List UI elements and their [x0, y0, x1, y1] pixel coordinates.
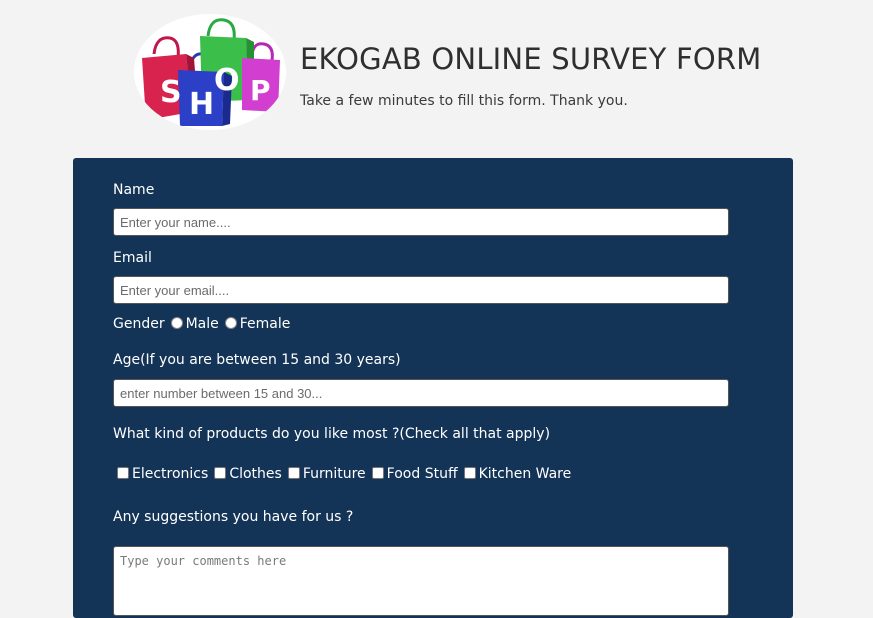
- gender-option-male[interactable]: Male: [170, 316, 219, 332]
- product-option-furniture[interactable]: Furniture: [287, 466, 366, 482]
- gender-option-female[interactable]: Female: [224, 316, 291, 332]
- name-label: Name: [113, 182, 155, 198]
- svg-text:P: P: [250, 74, 271, 107]
- name-input[interactable]: [113, 208, 729, 236]
- page-subtitle: Take a few minutes to fill this form. Th…: [300, 93, 628, 109]
- clothes-checkbox[interactable]: [214, 467, 227, 479]
- page-title: EKOGAB ONLINE SURVEY FORM: [300, 42, 762, 76]
- email-input[interactable]: [113, 276, 729, 304]
- email-label: Email: [113, 250, 152, 266]
- suggestions-label: Any suggestions you have for us ?: [113, 509, 354, 525]
- male-radio[interactable]: [170, 317, 183, 329]
- product-option-clothes[interactable]: Clothes: [214, 466, 282, 482]
- gender-row: Gender Male Female: [113, 316, 296, 332]
- female-radio[interactable]: [224, 317, 237, 329]
- food-stuff-label: Food Stuff: [386, 466, 458, 482]
- gender-label: Gender: [113, 316, 165, 332]
- female-label: Female: [239, 316, 291, 332]
- svg-text:S: S: [160, 75, 182, 110]
- age-label: Age(If you are between 15 and 30 years): [113, 352, 401, 368]
- electronics-checkbox[interactable]: [117, 467, 129, 479]
- survey-form: Name Email Gender Male Female Age(If you…: [73, 158, 793, 618]
- product-option-electronics[interactable]: Electronics: [117, 466, 208, 482]
- male-label: Male: [185, 316, 219, 332]
- furniture-checkbox[interactable]: [287, 467, 300, 479]
- products-label: What kind of products do you like most ?…: [113, 426, 551, 442]
- kitchen-ware-label: Kitchen Ware: [478, 466, 572, 482]
- svg-text:O: O: [214, 63, 240, 98]
- svg-text:H: H: [189, 87, 214, 122]
- kitchen-ware-checkbox[interactable]: [463, 467, 476, 479]
- products-options: Electronics Clothes Furniture Food Stuff…: [117, 466, 577, 482]
- suggestions-textarea[interactable]: [113, 546, 729, 616]
- clothes-label: Clothes: [229, 466, 282, 482]
- furniture-label: Furniture: [302, 466, 366, 482]
- product-option-food-stuff[interactable]: Food Stuff: [371, 466, 458, 482]
- food-stuff-checkbox[interactable]: [371, 467, 384, 479]
- page-header: S H O P EKOGAB ONLINE SURVEY FORM Take a…: [0, 0, 873, 158]
- electronics-label: Electronics: [132, 466, 209, 482]
- shop-bags-logo: S H O P: [134, 14, 286, 130]
- product-option-kitchen-ware[interactable]: Kitchen Ware: [463, 466, 572, 482]
- age-input[interactable]: [113, 379, 729, 407]
